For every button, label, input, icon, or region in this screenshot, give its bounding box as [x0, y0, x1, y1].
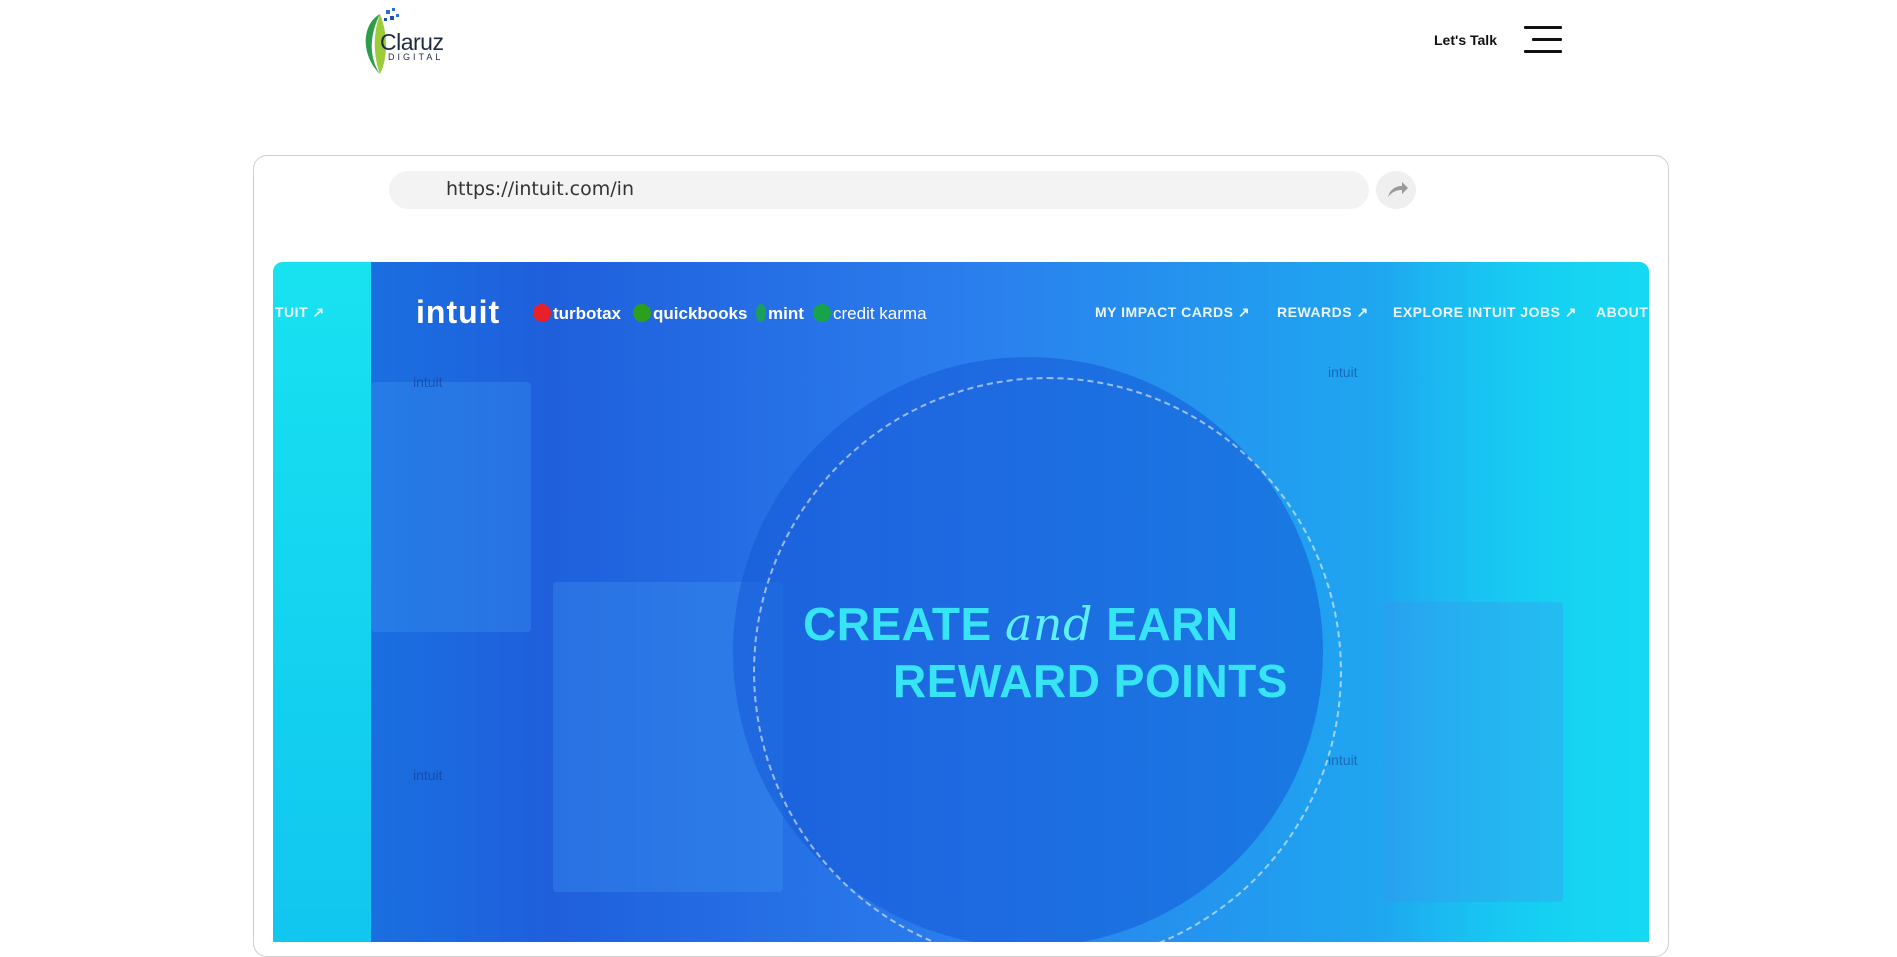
credit-karma-icon	[813, 304, 831, 322]
quickbooks-icon	[633, 304, 651, 322]
turbotax-logo[interactable]: turbotax	[533, 304, 621, 324]
headline-word: EARN	[1106, 598, 1239, 650]
watermark-text: intuit	[413, 767, 443, 783]
brand-label: credit karma	[833, 304, 927, 323]
share-button[interactable]	[1376, 171, 1416, 209]
bg-card	[1383, 602, 1563, 902]
mint-logo[interactable]: mint	[756, 304, 804, 324]
brand-label: turbotax	[553, 304, 621, 323]
quickbooks-logo[interactable]: quickbooks	[633, 304, 747, 324]
headline-word: CREATE	[803, 598, 992, 650]
hero-headline-line-1: CREATE and EARN	[803, 597, 1239, 651]
nav-rewards[interactable]: REWARDS ↗	[1277, 304, 1369, 321]
watermark-text: intuit	[1328, 752, 1358, 768]
credit-karma-logo[interactable]: credit karma	[813, 304, 927, 324]
hero-left-panel	[273, 262, 371, 942]
brand-label: mint	[768, 304, 804, 323]
nav-about-intuit[interactable]: ABOUT IN	[1596, 304, 1649, 320]
hamburger-icon[interactable]	[1524, 26, 1562, 54]
logo-subtitle: DIGITAL	[388, 52, 444, 62]
watermark-text: intuit	[413, 374, 443, 390]
url-text: https://intuit.com/in	[446, 178, 634, 200]
mint-leaf-icon	[756, 304, 766, 322]
lets-talk-link[interactable]: Let's Talk	[1434, 32, 1497, 48]
headline-word: and	[1005, 597, 1093, 651]
brand-label: quickbooks	[653, 304, 748, 323]
share-arrow-icon	[1388, 182, 1408, 197]
hero-screenshot: intuit intuit intuit intuit TUIT ↗ intui…	[273, 262, 1649, 942]
nav-my-impact-cards[interactable]: MY IMPACT CARDS ↗	[1095, 304, 1250, 321]
hero-headline-line-2: REWARD POINTS	[893, 655, 1288, 707]
intuit-logo[interactable]: intuit	[416, 294, 500, 331]
nav-explore-intuit-jobs[interactable]: EXPLORE INTUIT JOBS ↗	[1393, 304, 1577, 321]
bg-card	[371, 382, 531, 632]
hero-nav-item[interactable]: TUIT ↗	[275, 304, 325, 321]
turbotax-check-icon	[533, 304, 551, 322]
watermark-text: intuit	[1328, 364, 1358, 380]
